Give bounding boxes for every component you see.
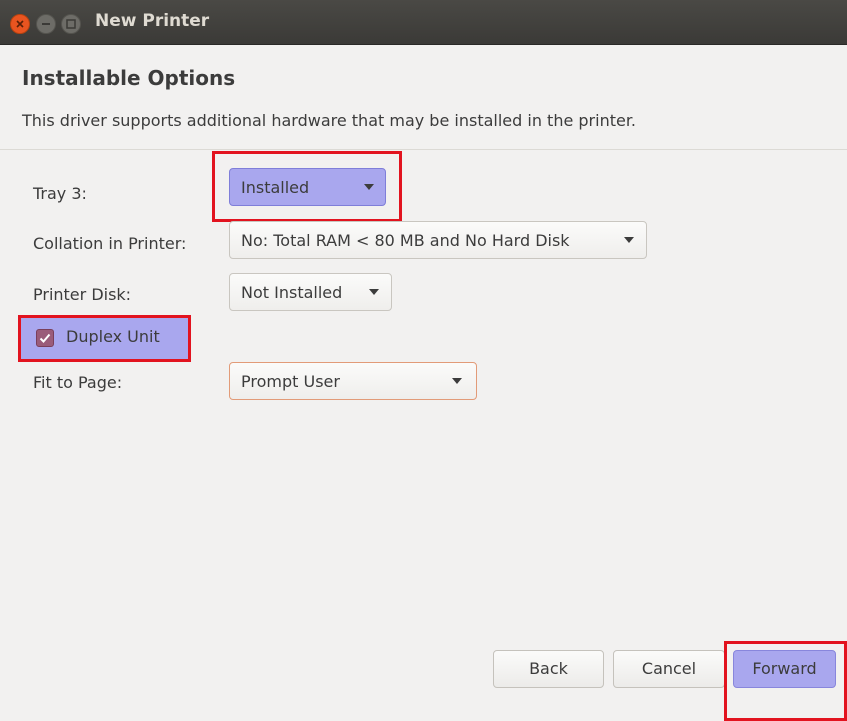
printer-disk-label: Printer Disk:	[33, 285, 132, 304]
fit-to-page-label: Fit to Page:	[33, 373, 123, 392]
tray3-label: Tray 3:	[33, 184, 87, 203]
tray3-value: Installed	[241, 177, 310, 197]
forward-button[interactable]: Forward	[733, 650, 836, 688]
tray3-dropdown[interactable]: Installed	[229, 168, 386, 206]
chevron-down-icon	[369, 289, 379, 295]
chevron-down-icon	[364, 184, 374, 190]
fit-to-page-value: Prompt User	[241, 371, 340, 391]
page-heading: Installable Options	[22, 66, 236, 90]
chevron-down-icon	[624, 237, 634, 243]
window-title: New Printer	[95, 11, 210, 31]
fit-to-page-dropdown[interactable]: Prompt User	[229, 362, 477, 400]
back-button[interactable]: Back	[493, 650, 604, 688]
printer-disk-dropdown[interactable]: Not Installed	[229, 273, 392, 311]
page-description: This driver supports additional hardware…	[22, 111, 637, 130]
collation-value: No: Total RAM < 80 MB and No Hard Disk	[241, 230, 570, 250]
printer-disk-value: Not Installed	[241, 282, 343, 302]
title-bar: New Printer	[0, 0, 847, 45]
separator	[0, 149, 847, 150]
minimize-icon[interactable]	[36, 14, 56, 34]
maximize-icon[interactable]	[61, 14, 81, 34]
collation-label: Collation in Printer:	[33, 234, 187, 253]
collation-dropdown[interactable]: No: Total RAM < 80 MB and No Hard Disk	[229, 221, 647, 259]
chevron-down-icon	[452, 378, 462, 384]
highlight-box-duplex	[18, 315, 191, 362]
close-icon[interactable]	[10, 14, 30, 34]
cancel-button[interactable]: Cancel	[613, 650, 725, 688]
